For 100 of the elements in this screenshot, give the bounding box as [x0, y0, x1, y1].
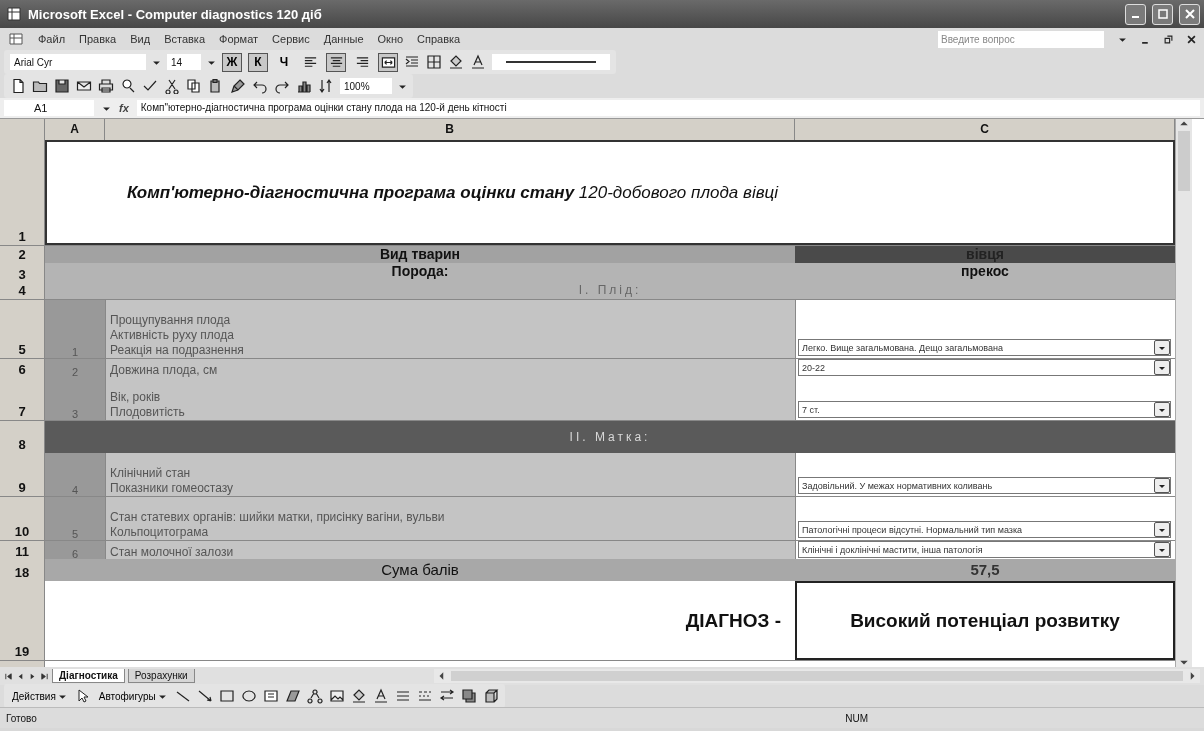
name-box[interactable]: A1 [4, 100, 94, 116]
menu-item[interactable]: Справка [417, 33, 461, 45]
line-sample-icon [506, 59, 596, 65]
dropdown-button[interactable] [1154, 360, 1170, 375]
criterion-text: Прощупування плода [110, 313, 232, 328]
dropdown-field[interactable]: Патологічні процеси відсутні. Нормальний тип мазка [798, 521, 1171, 538]
dropdown-button[interactable] [1154, 402, 1170, 417]
font-size-field[interactable]: 14 [167, 54, 201, 70]
vertical-scrollbar[interactable] [1175, 119, 1192, 667]
menu-item[interactable]: Формат [219, 33, 259, 45]
arrow-icon[interactable] [196, 688, 213, 704]
row-header[interactable]: 10 [0, 497, 45, 540]
num-lock-indicator: NUM [845, 712, 868, 724]
dash-style-icon[interactable] [416, 688, 433, 704]
dropdown-field[interactable]: 20-22 [798, 359, 1171, 376]
dropdown-field[interactable]: 7 ст. [798, 401, 1171, 418]
row-header[interactable]: 19 [0, 581, 45, 660]
column-header[interactable]: B [105, 119, 795, 140]
dropdown-field[interactable]: Легко. Вище загальмована. Дещо загальмована [798, 339, 1171, 356]
menu-item[interactable]: Сервис [272, 33, 310, 45]
font-field[interactable]: Arial Cyr [10, 54, 146, 70]
merge-cells-icon [380, 54, 396, 70]
sheet-tab[interactable]: Розрахунки [127, 669, 195, 683]
font-color-icon[interactable] [372, 688, 389, 704]
table-cell: Вид тварин [45, 246, 795, 263]
bar-chart-icon[interactable] [296, 78, 312, 94]
restore-icon[interactable] [1164, 34, 1173, 44]
close-icon[interactable] [1187, 34, 1196, 44]
row-header[interactable]: 9 [0, 453, 45, 496]
spreadsheet-icon [6, 6, 22, 22]
borders-icon[interactable] [426, 54, 442, 70]
shadow-icon[interactable] [460, 688, 477, 704]
spreadsheet-icon[interactable] [8, 31, 24, 47]
help-search-field[interactable]: Введите вопрос [938, 30, 1104, 48]
formula-field[interactable]: Комп"ютерно-діагностична програма оцінки стану плода на 120-й день кітності [136, 100, 1200, 116]
row-header[interactable]: 1 [0, 140, 45, 245]
font-color-icon[interactable] [470, 54, 486, 70]
font-style-button[interactable]: К [248, 52, 268, 72]
zoom-field[interactable]: 100% [340, 78, 392, 94]
close-button[interactable] [1179, 3, 1200, 25]
row-header[interactable]: 7 [0, 377, 45, 420]
column-header[interactable]: C [795, 119, 1175, 140]
row-header[interactable]: 4 [0, 283, 45, 299]
dropdown-button[interactable] [1154, 340, 1170, 355]
row-header[interactable]: 18 [0, 559, 45, 581]
actions-menu-button[interactable]: Действия [10, 690, 69, 702]
copy-icon[interactable] [186, 78, 202, 94]
dropdown-field[interactable]: Клінічні і доклінічні мастити, інша патологія [798, 541, 1171, 558]
printer-icon[interactable] [98, 78, 114, 94]
previous-sheet-icon[interactable] [16, 671, 25, 681]
dropdown-button[interactable] [1154, 542, 1170, 557]
envelope-icon[interactable] [76, 78, 92, 94]
last-sheet-icon[interactable] [40, 671, 49, 681]
align-right-icon [354, 54, 370, 70]
row-header[interactable]: 8 [0, 421, 45, 453]
minimize-icon [1132, 16, 1139, 18]
scissors-icon[interactable] [164, 78, 180, 94]
indent-icon[interactable] [404, 54, 420, 70]
image-icon[interactable] [328, 688, 345, 704]
table-cell: 57,5 [795, 559, 1175, 581]
text-box-icon[interactable] [262, 688, 279, 704]
menu-item[interactable]: Вставка [164, 33, 205, 45]
autoshapes-menu-button[interactable]: Автофигуры [96, 690, 169, 702]
dropdown-field[interactable]: Задовільний. У межах нормативних коливань [798, 477, 1171, 494]
folder-icon[interactable] [32, 78, 48, 94]
cube-icon[interactable] [482, 688, 499, 704]
sheet-tab[interactable]: Діагностика [52, 669, 125, 683]
diagram-icon[interactable] [306, 688, 323, 704]
line-style-field[interactable] [492, 54, 610, 70]
align-center-button[interactable] [326, 52, 346, 72]
dropdown-button[interactable] [1154, 478, 1170, 493]
font-style-button[interactable]: Ч [274, 52, 294, 72]
minimize-button[interactable] [1125, 3, 1146, 25]
menu-item[interactable]: Окно [377, 33, 404, 45]
sort-arrows-icon[interactable] [318, 78, 334, 94]
row-header[interactable]: 3 [0, 263, 45, 283]
paint-bucket-icon[interactable] [350, 688, 367, 704]
horizontal-scrollbar[interactable] [434, 669, 1200, 683]
row-header[interactable]: 2 [0, 246, 45, 263]
rectangle-icon[interactable] [218, 688, 235, 704]
line-weight-icon[interactable] [394, 688, 411, 704]
slanted-shape-icon[interactable] [284, 688, 301, 704]
column-header[interactable]: A [45, 119, 105, 140]
scroll-thumb[interactable] [1178, 131, 1190, 191]
menu-item[interactable]: Правка [79, 33, 117, 45]
paint-bucket-icon[interactable] [448, 54, 464, 70]
menu-item[interactable]: Данные [323, 33, 364, 45]
function-button[interactable]: fx [119, 102, 129, 114]
merge-cells-button[interactable] [378, 52, 398, 72]
next-sheet-icon[interactable] [28, 671, 37, 681]
row-header[interactable]: 5 [0, 300, 45, 358]
dropdown-button[interactable] [1154, 522, 1170, 537]
maximize-button[interactable] [1152, 3, 1173, 25]
first-sheet-icon[interactable] [4, 671, 13, 681]
magnifier-icon[interactable] [120, 78, 136, 94]
criterion-text: Плодовитість [110, 405, 186, 420]
menu-item[interactable]: Файл [38, 33, 66, 45]
font-style-button[interactable]: Ж [222, 52, 242, 72]
page-icon[interactable] [10, 78, 26, 94]
menu-item[interactable]: Вид [130, 33, 151, 45]
